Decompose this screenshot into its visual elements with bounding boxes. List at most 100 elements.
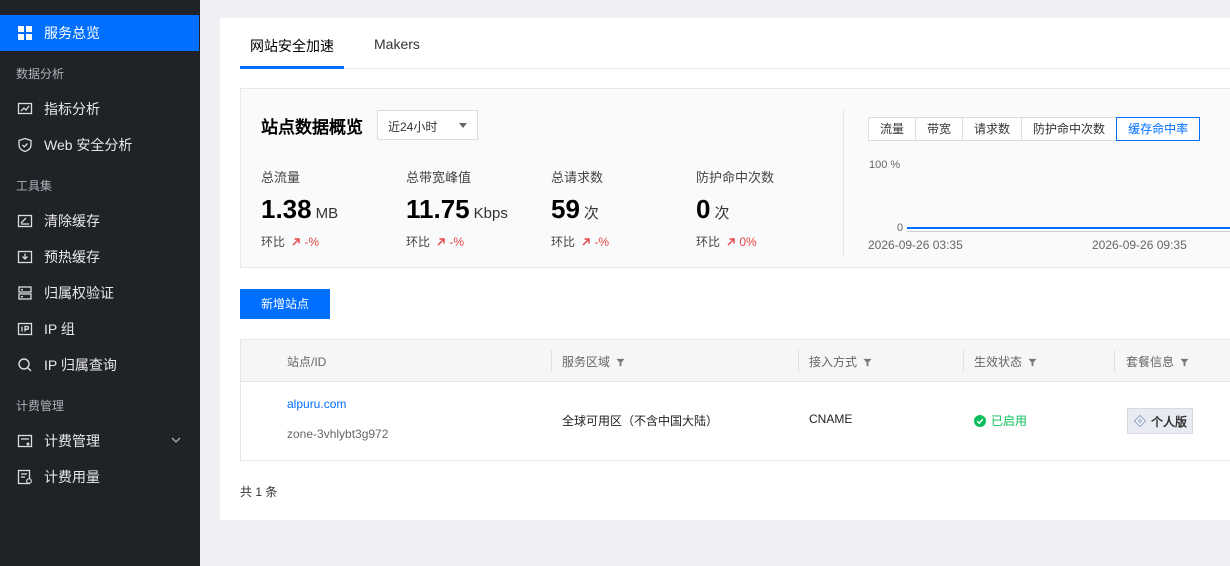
stat-compare: 环比 -% <box>551 235 610 249</box>
stat-peak-bandwidth: 总带宽峰值 11.75 Kbps 环比 -% <box>406 167 546 250</box>
sidebar-item-billing-manage[interactable]: 计费管理 <box>0 423 199 459</box>
sidebar-item-label: 服务总览 <box>44 25 100 41</box>
metric-tab-requests[interactable]: 请求数 <box>962 117 1022 141</box>
divider <box>843 109 844 257</box>
th-plan[interactable]: 套餐信息 <box>1126 353 1189 370</box>
shield-icon <box>16 136 34 154</box>
stat-value: 0次 <box>696 194 730 224</box>
stat-label: 防护命中次数 <box>696 170 775 185</box>
chart-icon <box>16 100 34 118</box>
stat-value: 59 次 <box>551 194 599 224</box>
usage-icon <box>16 468 34 486</box>
sidebar-item-label: IP 归属查询 <box>44 357 117 373</box>
sidebar-item-label: 预热缓存 <box>44 249 100 265</box>
header-separator <box>551 350 552 372</box>
purge-icon <box>16 212 34 230</box>
sidebar-item-prefetch-cache[interactable]: 预热缓存 <box>0 239 199 275</box>
check-circle-icon <box>974 414 986 427</box>
caret-down-icon <box>459 123 467 128</box>
sidebar-item-label: 归属权验证 <box>44 285 114 301</box>
sites-table: 站点/ID 服务区域 接入方式 生效状态 套餐信息 alpuru.com zon… <box>240 339 1230 461</box>
stat-total-requests: 总请求数 59 次 环比 -% <box>551 167 691 250</box>
th-region[interactable]: 服务区域 <box>562 353 625 370</box>
arrow-up-right-icon <box>292 238 300 246</box>
chart-x-start-label: 2026-09-26 03:35 <box>868 238 963 252</box>
filter-icon <box>863 358 872 367</box>
stat-protection-hits: 防护命中次数 0次 环比 0% <box>696 167 836 250</box>
total-count: 共 1 条 <box>240 485 278 499</box>
metric-tabs: 流量 带宽 请求数 防护命中次数 缓存命中率 <box>868 117 1201 141</box>
time-range-select[interactable]: 近24小时 <box>377 110 478 140</box>
arrow-up-right-icon <box>437 238 445 246</box>
nav-group-analysis: 数据分析 <box>16 67 65 81</box>
site-domain-link[interactable]: alpuru.com <box>287 397 346 411</box>
stat-compare: 环比 -% <box>261 235 320 249</box>
stat-compare: 环比 -% <box>406 235 465 249</box>
sidebar-item-metrics[interactable]: 指标分析 <box>0 91 199 127</box>
metric-tab-traffic[interactable]: 流量 <box>868 117 916 141</box>
stat-total-traffic: 总流量 1.38 MB 环比 -% <box>261 167 401 250</box>
sidebar-item-label: 计费管理 <box>44 433 100 449</box>
sidebar-item-label: Web 安全分析 <box>44 137 133 153</box>
metric-tab-protection-hits[interactable]: 防护命中次数 <box>1021 117 1117 141</box>
arrow-up-right-icon <box>582 238 590 246</box>
chart-x-mid-label: 2026-09-26 09:35 <box>1092 238 1187 252</box>
add-site-button[interactable]: 新增站点 <box>240 289 330 319</box>
header-separator <box>798 350 799 372</box>
status-badge: 已启用 <box>974 412 1027 429</box>
sidebar-item-label: 清除缓存 <box>44 213 100 229</box>
main-card: 网站安全加速 Makers 站点数据概览 近24小时 总流量 1.38 MB 环比… <box>220 18 1230 520</box>
th-status[interactable]: 生效状态 <box>974 353 1037 370</box>
stat-value: 1.38 MB <box>261 194 339 224</box>
tab-makers[interactable]: Makers <box>374 36 420 52</box>
stat-label: 总流量 <box>261 170 301 185</box>
overview-panel: 站点数据概览 近24小时 总流量 1.38 MB 环比 -% 总带宽峰值 11.7… <box>240 88 1230 268</box>
ip-icon <box>16 320 34 338</box>
site-region: 全球可用区（不含中国大陆） <box>562 414 719 428</box>
chart-y-bottom-label: 0 <box>897 222 904 234</box>
overview-title: 站点数据概览 <box>261 118 363 137</box>
nav-group-billing: 计费管理 <box>16 399 65 413</box>
header-separator <box>1114 350 1115 372</box>
sidebar-item-billing-usage[interactable]: 计费用量 <box>0 459 199 495</box>
site-access: CNAME <box>809 412 853 426</box>
stat-value: 11.75 Kbps <box>406 194 508 224</box>
table-header: 站点/ID 服务区域 接入方式 生效状态 套餐信息 <box>241 340 1230 382</box>
stat-label: 总带宽峰值 <box>406 170 472 185</box>
server-icon <box>16 284 34 302</box>
chart-baseline <box>907 231 1230 232</box>
nav-group-tools: 工具集 <box>16 179 53 193</box>
stat-compare: 环比 0% <box>696 235 757 249</box>
tab-active-indicator <box>240 66 344 69</box>
sidebar-item-ownership[interactable]: 归属权验证 <box>0 275 199 311</box>
sidebar-item-label: IP 组 <box>44 321 75 337</box>
plan-badge[interactable]: 个人版 <box>1127 408 1193 434</box>
sidebar-item-purge-cache[interactable]: 清除缓存 <box>0 203 199 239</box>
sidebar-item-ip-group[interactable]: IP 组 <box>0 311 199 347</box>
tab-bar: 网站安全加速 Makers <box>240 18 1230 69</box>
sidebar: 服务总览 数据分析 指标分析 Web 安全分析 工具集 清除缓存 预热缓存 归属… <box>0 0 200 566</box>
time-range-value: 近24小时 <box>388 120 438 134</box>
billing-icon <box>16 432 34 450</box>
site-zone-id: zone-3vhlybt3g972 <box>287 427 389 441</box>
filter-icon <box>1028 358 1037 367</box>
sidebar-item-label: 计费用量 <box>44 469 100 485</box>
metric-tab-bandwidth[interactable]: 带宽 <box>915 117 963 141</box>
sidebar-item-overview[interactable]: 服务总览 <box>0 15 199 51</box>
sidebar-item-web-security[interactable]: Web 安全分析 <box>0 127 199 163</box>
chevron-down-icon <box>171 437 181 443</box>
tab-site-accel[interactable]: 网站安全加速 <box>250 36 334 56</box>
search-icon <box>16 356 34 374</box>
th-access[interactable]: 接入方式 <box>809 353 872 370</box>
filter-icon <box>1180 358 1189 367</box>
chart-series-line <box>907 227 1230 229</box>
diamond-icon <box>1134 415 1146 427</box>
sidebar-item-ip-lookup[interactable]: IP 归属查询 <box>0 347 199 383</box>
chart-y-top-label: 100 % <box>869 159 901 171</box>
metric-tab-cache-hit-rate[interactable]: 缓存命中率 <box>1116 117 1201 141</box>
th-site: 站点/ID <box>287 355 327 369</box>
stat-label: 总请求数 <box>551 170 604 185</box>
filter-icon <box>616 358 625 367</box>
sidebar-item-label: 指标分析 <box>44 101 100 117</box>
grid-icon <box>16 24 34 42</box>
